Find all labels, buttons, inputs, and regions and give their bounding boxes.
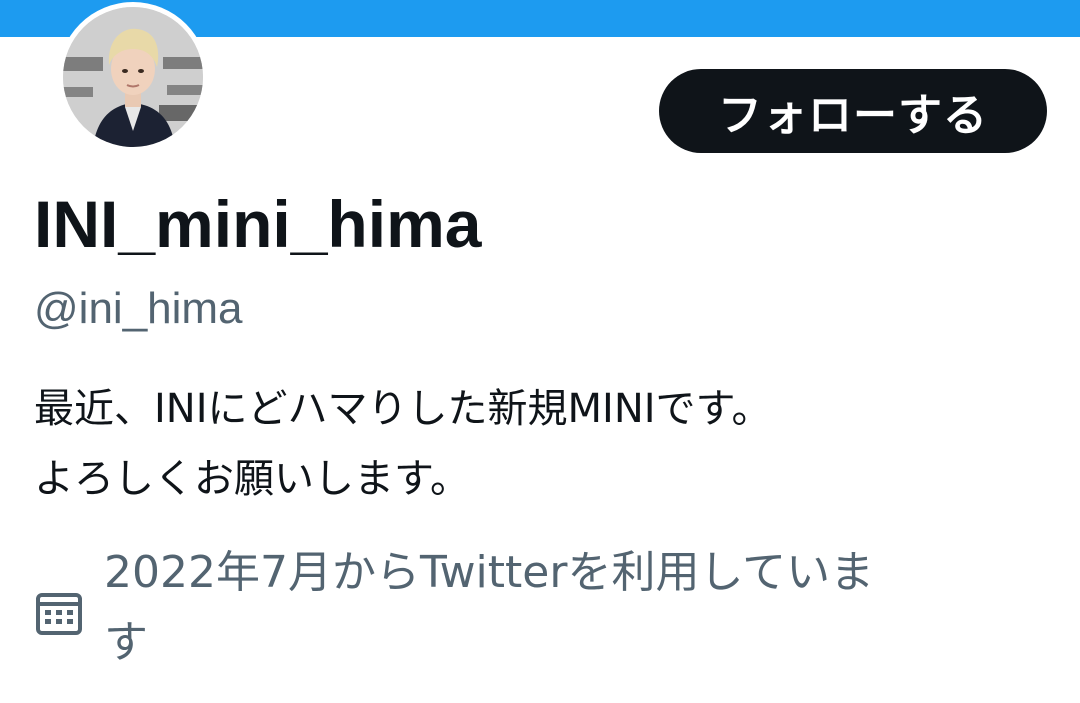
join-date: 2022年7月からTwitterを利用していま す	[34, 538, 1054, 678]
join-date-text: 2022年7月からTwitterを利用していま す	[104, 538, 1044, 678]
avatar-image	[63, 7, 203, 147]
bio-line: よろしくお願いします。	[34, 456, 470, 502]
join-date-line: 2022年7月からTwitterを利用していま	[104, 547, 875, 598]
profile-bio: 最近、INIにどハマりした新規MINIです。 よろしくお願いします。	[34, 374, 1034, 514]
calendar-icon	[34, 588, 84, 638]
avatar-photo-icon	[63, 7, 203, 147]
bio-line: 最近、INIにどハマりした新規MINIです。	[34, 386, 772, 432]
display-name: INI_mini_hima	[34, 187, 482, 261]
join-date-line: す	[104, 617, 148, 668]
follow-button[interactable]: フォローする	[659, 69, 1047, 153]
avatar[interactable]	[58, 2, 208, 152]
user-handle: @ini_hima	[34, 284, 243, 333]
